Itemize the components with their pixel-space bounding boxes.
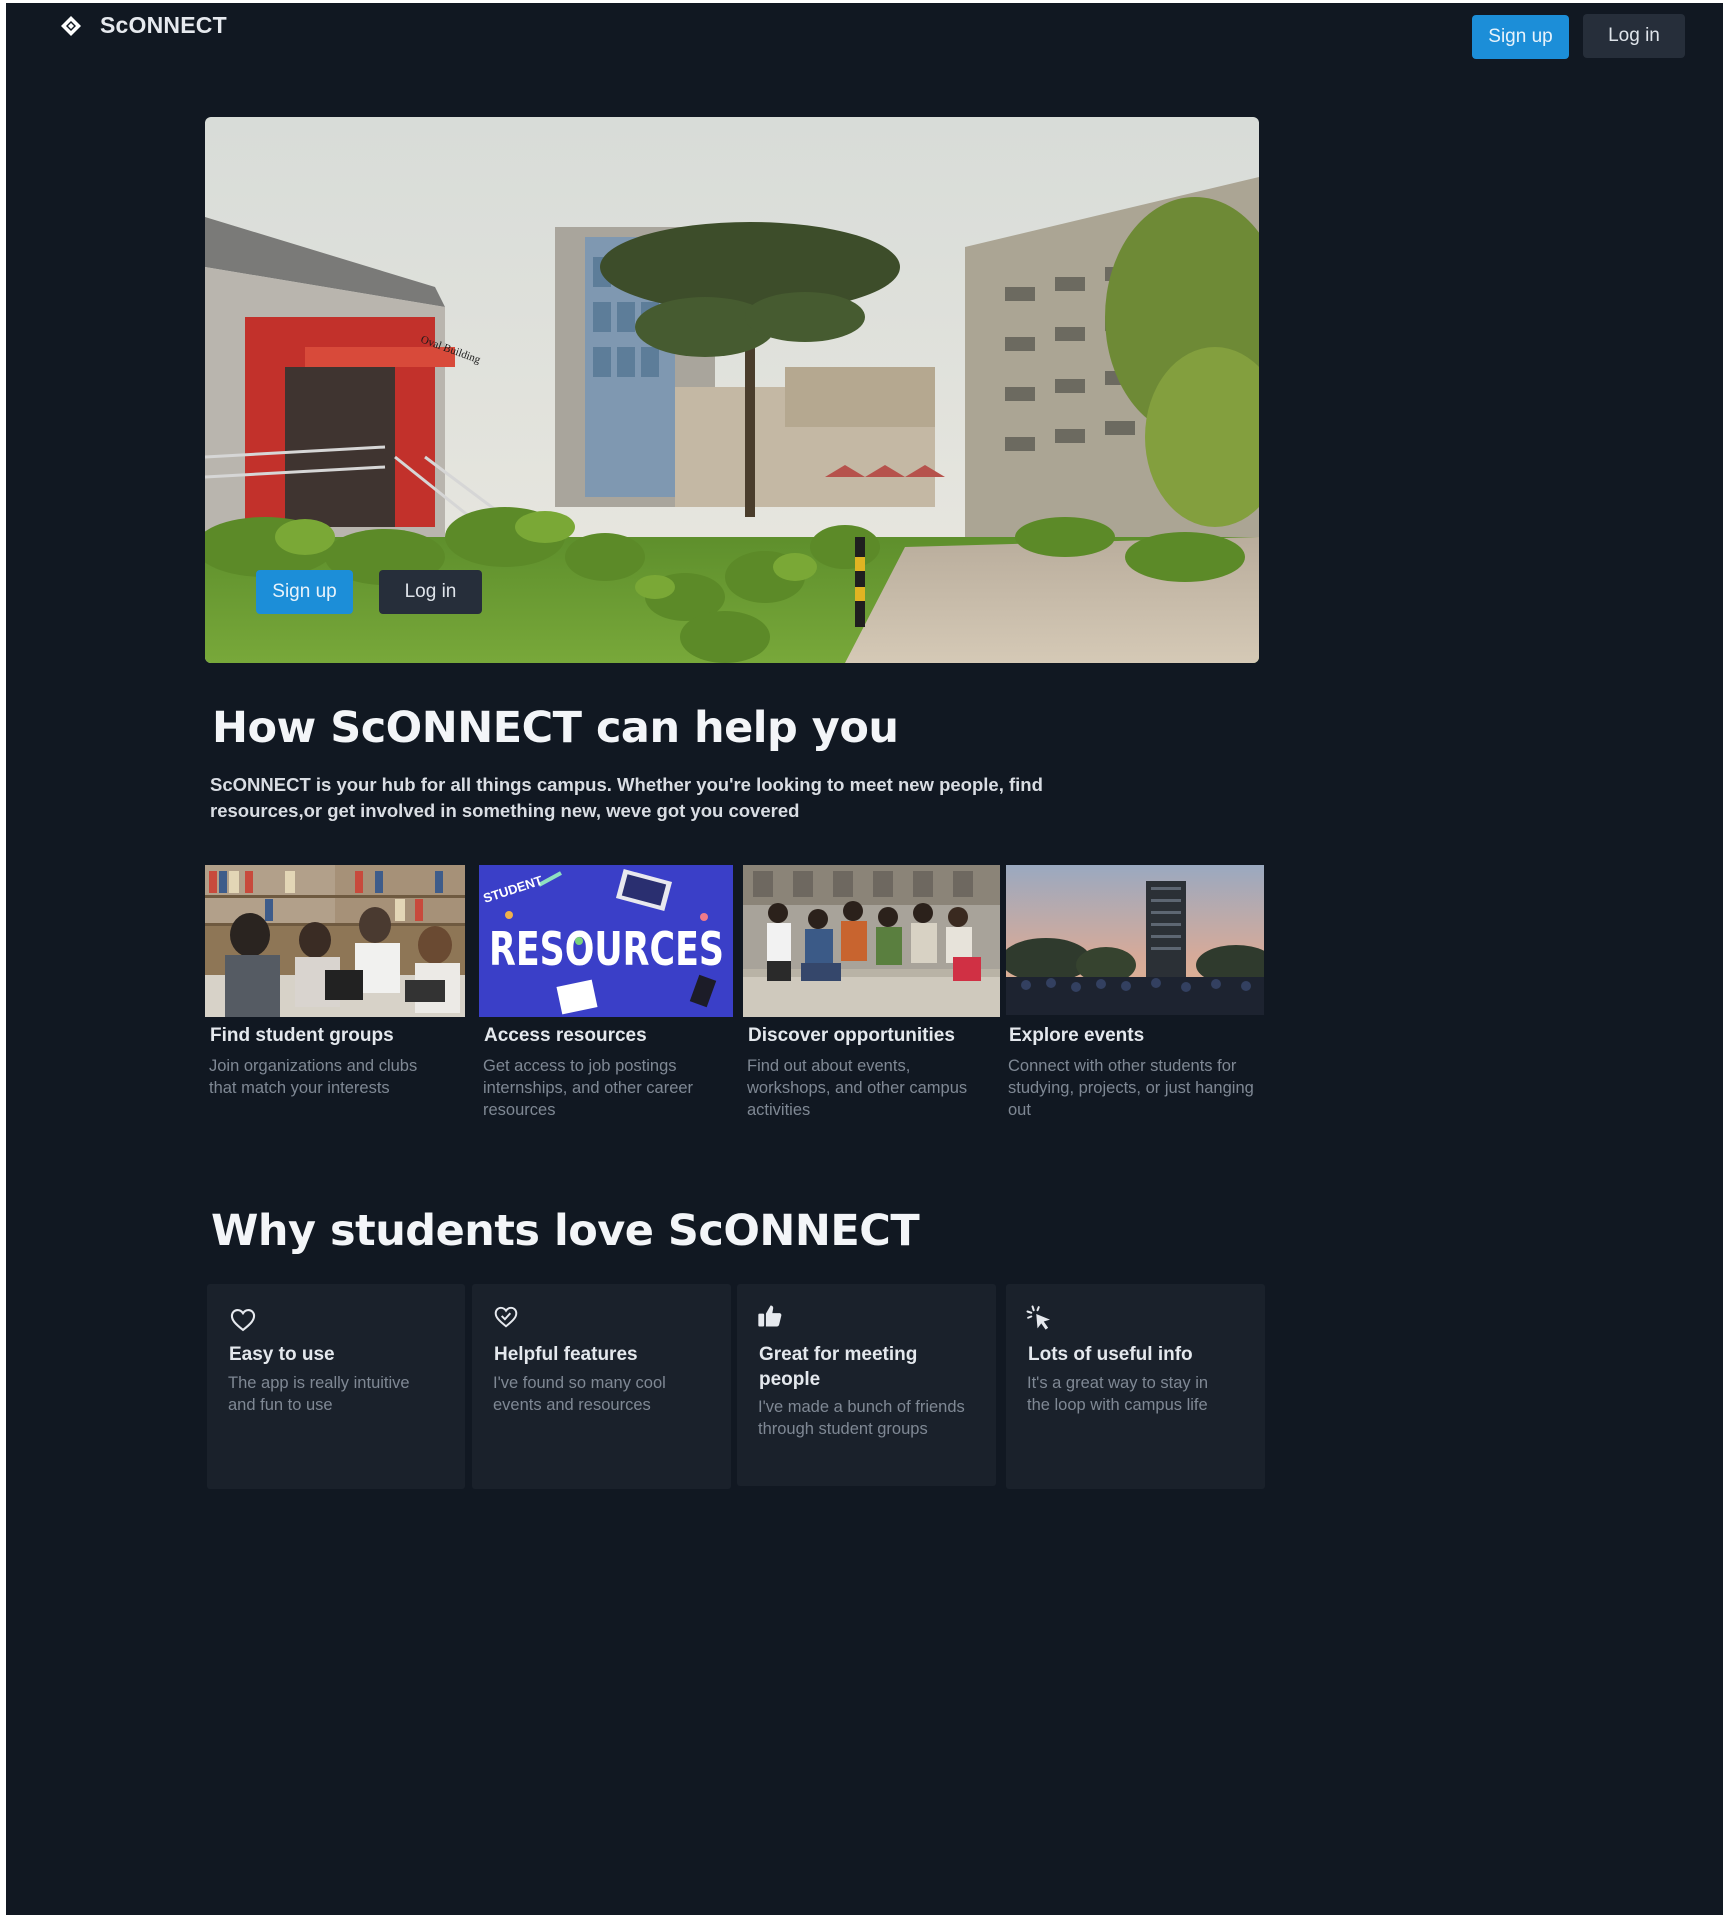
card-title: Easy to use (229, 1344, 335, 1365)
card-title: Lots of useful info (1028, 1344, 1193, 1365)
card-description: I've found so many cool events and resou… (493, 1374, 666, 1414)
thumbs-up-icon (756, 1302, 784, 1330)
card-description: I've made a bunch of friends through stu… (758, 1398, 965, 1438)
hero-signup-button[interactable]: Sign up (256, 570, 353, 614)
testimonial-card: Helpful features I've found so many cool… (472, 1284, 731, 1489)
card-title: Great for meeting people (759, 1344, 918, 1390)
image-text-resources: RESOURCES (489, 922, 724, 976)
feature-title: Explore events (1009, 1025, 1145, 1046)
feature-description: Connect with other students for studying… (1008, 1057, 1254, 1119)
cursor-click-icon (1025, 1304, 1055, 1334)
help-section-title: How ScONNECT can help you (212, 703, 899, 753)
diamond-logo-icon (61, 15, 81, 36)
brand[interactable]: ScONNECT (60, 12, 227, 39)
help-section-description: ScONNECT is your hub for all things camp… (210, 774, 1043, 821)
testimonial-card: Great for meeting people I've made a bun… (737, 1284, 996, 1486)
nav-login-button[interactable]: Log in (1583, 14, 1685, 58)
feature-description: Join organizations and clubs that match … (209, 1057, 418, 1097)
hero-login-button[interactable]: Log in (379, 570, 482, 614)
feature-description: Get access to job postings internships, … (483, 1057, 694, 1119)
feature-image-library (205, 865, 465, 1017)
love-section-title: Why students love ScONNECT (211, 1206, 920, 1256)
card-title: Helpful features (494, 1344, 638, 1365)
card-description: The app is really intuitive and fun to u… (228, 1374, 410, 1414)
hero-image: Oval Building Sign up Log in (205, 117, 1259, 663)
nav-signup-button[interactable]: Sign up (1472, 15, 1569, 59)
campus-photo: Oval Building (205, 117, 1259, 663)
feature-description: Find out about events, workshops, and ot… (747, 1057, 968, 1119)
feature-image-student-resources: STUDENT RESOURCES (479, 865, 733, 1017)
page: ScONNECT Sign up Log in Oval Building Si… (6, 3, 1723, 1915)
feature-title: Access resources (484, 1025, 647, 1046)
feature-image-campus-sunset (1006, 865, 1264, 1015)
feature-title: Find student groups (210, 1025, 394, 1046)
testimonial-card: Easy to use The app is really intuitive … (207, 1284, 465, 1489)
heart-icon (229, 1306, 257, 1334)
heart-check-icon (493, 1304, 519, 1330)
feature-image-students-sitting (743, 865, 1000, 1017)
testimonial-card: Lots of useful info It's a great way to … (1006, 1284, 1265, 1489)
brand-name: ScONNECT (100, 12, 227, 38)
feature-title: Discover opportunities (748, 1025, 955, 1046)
card-description: It's a great way to stay in the loop wit… (1027, 1374, 1209, 1414)
